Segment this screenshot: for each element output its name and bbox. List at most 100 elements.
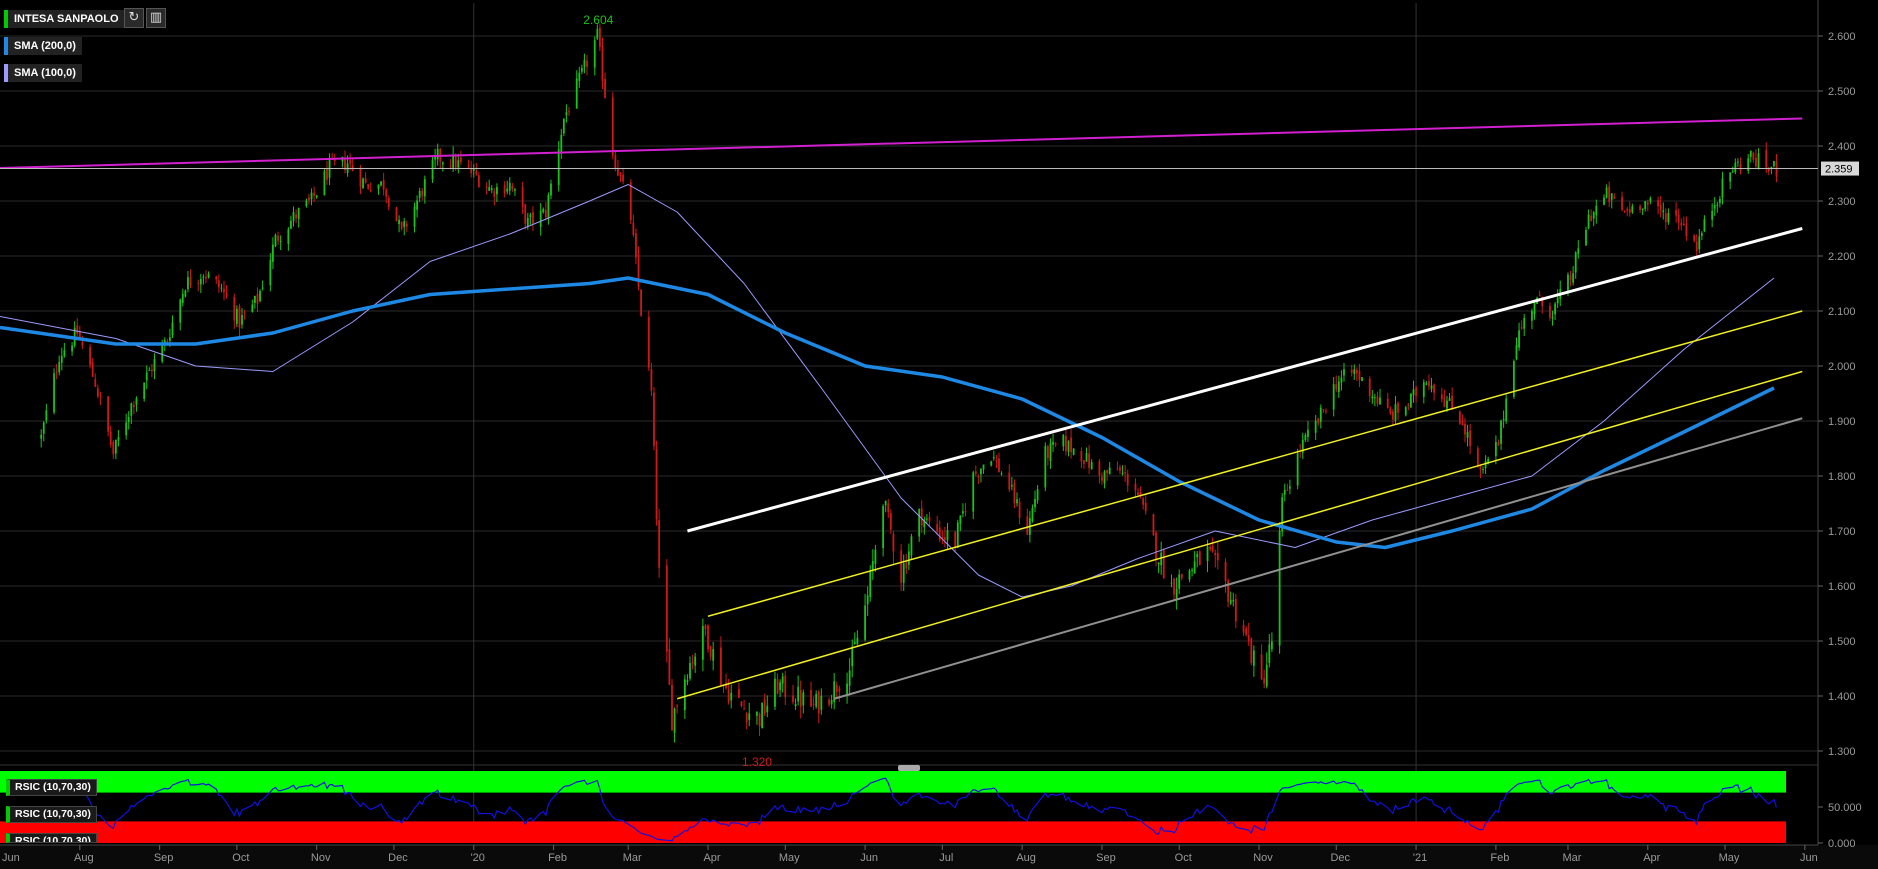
candle-body: [241, 315, 243, 325]
candle-body: [112, 441, 115, 455]
candle-body: [1265, 664, 1268, 687]
candle-body: [207, 273, 210, 278]
candle-body: [40, 434, 43, 439]
candle-body: [1410, 393, 1412, 408]
candle-body: [1317, 418, 1320, 424]
candle-body: [1162, 550, 1165, 579]
candle-body: [578, 72, 581, 81]
candle-body: [308, 197, 310, 201]
candle-body: [1605, 187, 1608, 198]
candle-body: [1234, 598, 1237, 622]
candle-body: [1577, 248, 1580, 254]
candle-body: [619, 173, 622, 177]
candle-body: [423, 179, 426, 197]
candle-body: [1067, 440, 1070, 452]
candle-body: [1662, 210, 1665, 212]
candle-body: [1765, 150, 1768, 168]
candle-body: [1572, 273, 1575, 283]
panel-splitter-handle[interactable]: [898, 765, 920, 771]
candle-body: [382, 180, 385, 190]
x-tick-label: Dec: [388, 852, 408, 864]
candle-body: [1646, 202, 1649, 205]
x-tick-label: Mar: [623, 852, 642, 864]
candle-body: [928, 516, 931, 522]
rsi-label-oversold[interactable]: RSIC (10,70,30): [6, 833, 97, 843]
sma100-legend[interactable]: SMA (100,0): [4, 64, 82, 82]
x-tick-label: Oct: [232, 852, 249, 864]
candle-body: [416, 200, 418, 210]
candle-body: [145, 372, 148, 381]
candle-body: [1160, 552, 1163, 566]
candle-body: [1379, 397, 1381, 405]
rsi-label-overbought[interactable]: RSIC (10,70,30): [6, 779, 97, 796]
candle-body: [367, 184, 370, 189]
candle-body: [1767, 168, 1770, 172]
candle-body: [1440, 394, 1443, 400]
bar-chart-icon[interactable]: ▥: [146, 8, 166, 28]
candle-body: [1193, 561, 1196, 574]
candle-body: [1080, 451, 1083, 462]
candle-body: [1286, 489, 1289, 491]
candle-body: [1270, 641, 1273, 650]
max-price-label: 2.604: [583, 13, 613, 27]
candle-body: [1716, 204, 1719, 206]
x-tick-label: Dec: [1330, 852, 1350, 864]
candle-body: [524, 204, 527, 224]
candle-body: [617, 167, 619, 176]
refresh-icon[interactable]: ↻: [124, 8, 144, 28]
candle-body: [215, 276, 218, 280]
candle-body: [1106, 470, 1109, 474]
candle-body: [1335, 384, 1338, 390]
candle-body: [130, 403, 133, 416]
candle-body: [506, 188, 509, 192]
candle-body: [1443, 397, 1446, 408]
candle-body: [253, 295, 256, 303]
sma100-label: SMA (100,0): [14, 67, 76, 79]
candle-body: [1049, 443, 1052, 461]
candle-body: [539, 210, 542, 227]
price-chart[interactable]: 2.600 2.500 2.400 2.300 2.200 2.100 2.000 1.900…: [0, 0, 1878, 869]
candle-body: [673, 708, 676, 733]
candle-body: [629, 182, 632, 221]
candle-body: [1700, 233, 1703, 236]
candle-body: [709, 645, 712, 657]
candle-body: [452, 154, 455, 169]
candle-body: [1268, 644, 1271, 663]
candle-body: [593, 40, 596, 68]
candle-body: [179, 299, 182, 323]
y-tick-label: 1.600: [1828, 581, 1856, 593]
candle-body: [1752, 152, 1755, 160]
candle-body: [1451, 395, 1454, 410]
candle-body: [1137, 492, 1139, 496]
candle-body: [730, 692, 733, 701]
candle-body: [1013, 483, 1016, 504]
candle-body: [745, 713, 748, 723]
x-tick-label: Nov: [311, 852, 331, 864]
candle-body: [457, 160, 460, 168]
candle-body: [1592, 212, 1595, 219]
candle-body: [315, 195, 318, 198]
candle-body: [1155, 532, 1157, 560]
rsi-label-main[interactable]: RSIC (10,70,30): [6, 806, 97, 823]
candle-body: [1476, 448, 1479, 466]
candle-body: [748, 713, 751, 720]
instrument-legend[interactable]: INTESA SANPAOLO: [4, 10, 125, 28]
candle-body: [544, 209, 547, 218]
candle-body: [874, 549, 877, 564]
candle-body: [1178, 574, 1181, 589]
x-tick-label-partial: Jun: [2, 852, 20, 864]
instrument-name: INTESA SANPAOLO: [14, 13, 119, 25]
x-tick-label: Jul: [939, 852, 953, 864]
candle-body: [1062, 434, 1065, 447]
candle-body: [1428, 381, 1430, 387]
candle-body: [148, 369, 151, 371]
candle-body: [1373, 397, 1376, 399]
candle-body: [1433, 384, 1435, 393]
candle-body: [233, 297, 236, 321]
candle-body: [313, 192, 316, 196]
sma200-legend[interactable]: SMA (200,0): [4, 37, 82, 55]
candle-body: [974, 471, 977, 474]
candle-body: [369, 189, 372, 192]
candle-body: [1116, 469, 1119, 471]
candle-body: [459, 157, 462, 163]
